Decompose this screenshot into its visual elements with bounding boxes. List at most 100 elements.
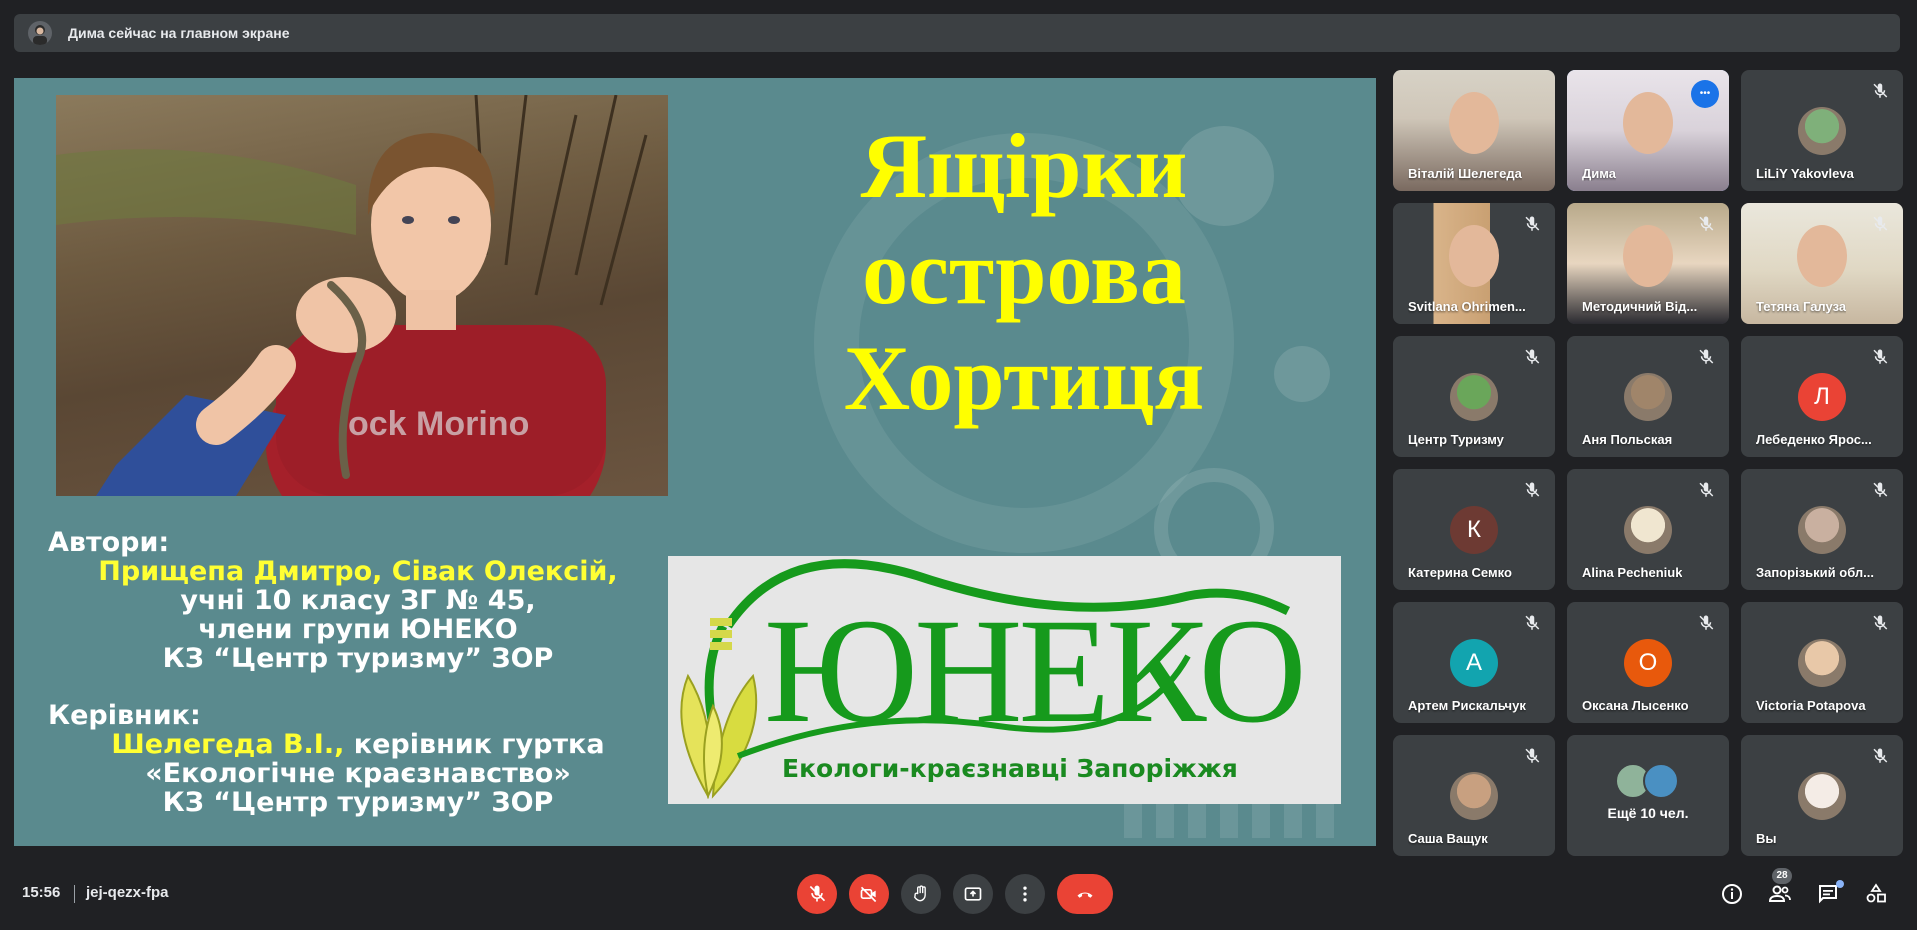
muted-mic-icon bbox=[1697, 614, 1715, 632]
muted-mic-icon bbox=[1523, 215, 1541, 233]
participant-tile[interactable]: Вы bbox=[1741, 735, 1903, 856]
participant-tile[interactable]: Тетяна Галуза bbox=[1741, 203, 1903, 324]
participant-name: Тетяна Галуза bbox=[1756, 299, 1847, 314]
camera-off-icon bbox=[860, 886, 877, 903]
participant-name: Аня Польская bbox=[1582, 432, 1673, 447]
presenting-banner: Дима сейчас на главном экране bbox=[14, 14, 1900, 52]
participant-name: Катерина Семко bbox=[1408, 565, 1512, 580]
participant-name: Саша Ващук bbox=[1408, 831, 1488, 846]
slide-credits: Автори: Прищепа Дмитро, Сівак Олексій, у… bbox=[48, 528, 668, 817]
muted-mic-icon bbox=[1523, 747, 1541, 765]
presenter-avatar bbox=[28, 21, 52, 45]
participant-tile[interactable]: Л Лебеденко Ярос... bbox=[1741, 336, 1903, 457]
present-now-button[interactable] bbox=[953, 874, 993, 914]
participant-avatar-letter: А bbox=[1450, 638, 1498, 687]
activities-icon[interactable] bbox=[1864, 882, 1888, 906]
participant-face bbox=[1797, 225, 1847, 287]
banner-text: Дима сейчас на главном экране bbox=[68, 25, 290, 41]
participant-face bbox=[1623, 92, 1673, 154]
participant-tile[interactable]: К Катерина Семко bbox=[1393, 469, 1555, 590]
muted-mic-icon bbox=[1871, 614, 1889, 632]
participant-name: Артем Рискальчук bbox=[1408, 698, 1526, 713]
participant-tile[interactable]: Віталій Шелегеда bbox=[1393, 70, 1555, 191]
participant-name: Дима bbox=[1582, 166, 1616, 181]
participant-avatar bbox=[1798, 505, 1846, 554]
muted-mic-icon bbox=[1871, 348, 1889, 366]
muted-mic-icon bbox=[1871, 481, 1889, 499]
participant-avatar-letter: Л bbox=[1798, 372, 1846, 421]
participant-name: Запорізький обл... bbox=[1756, 565, 1875, 580]
raise-hand-icon bbox=[914, 885, 926, 902]
participant-name: LiLiY Yakovleva bbox=[1756, 166, 1854, 181]
divider bbox=[74, 885, 75, 903]
leader-org: КЗ “Центр туризму” ЗОР bbox=[162, 787, 554, 818]
participant-face bbox=[1623, 225, 1673, 287]
muted-mic-icon bbox=[1523, 348, 1541, 366]
end-call-icon bbox=[1077, 892, 1093, 898]
participant-tile[interactable]: Запорізький обл... bbox=[1741, 469, 1903, 590]
participant-name: Оксана Лысенко bbox=[1582, 698, 1689, 713]
shared-screen: ock Morino Ящірки острова Хортиця Автори… bbox=[14, 78, 1376, 846]
participant-avatar bbox=[1798, 106, 1846, 155]
participant-tile[interactable]: Alina Pecheniuk bbox=[1567, 469, 1729, 590]
muted-mic-icon bbox=[1697, 481, 1715, 499]
muted-mic-icon bbox=[1523, 614, 1541, 632]
more-options-button[interactable] bbox=[1005, 874, 1045, 914]
decorative-circle bbox=[1274, 346, 1330, 402]
participant-tile[interactable]: А Артем Рискальчук bbox=[1393, 602, 1555, 723]
participant-avatar bbox=[1624, 372, 1672, 421]
participant-tile[interactable]: Дима ••• bbox=[1567, 70, 1729, 191]
tile-options-icon[interactable]: ••• bbox=[1691, 80, 1719, 108]
uneko-logo: ЮНЕКО Екологи-краєзнавці Запоріжжя bbox=[668, 556, 1341, 804]
leave-call-button[interactable] bbox=[1057, 874, 1113, 914]
leader-club: «Екологічне краєзнавство» bbox=[145, 758, 571, 789]
participant-name: Alina Pecheniuk bbox=[1582, 565, 1683, 580]
mic-off-icon bbox=[809, 885, 826, 902]
participant-avatar-letter: О bbox=[1624, 638, 1672, 687]
slide-title: Ящірки острова Хортиця bbox=[774, 113, 1274, 431]
participant-name: Вы bbox=[1756, 831, 1777, 846]
participant-avatar-letter: К bbox=[1450, 505, 1498, 554]
more-participants-avatars bbox=[1613, 763, 1683, 803]
shirt-print: ock Morino bbox=[348, 405, 529, 443]
participant-face bbox=[1449, 225, 1499, 287]
bottom-toolbar: 15:56 jej-qezx-fpa 28 bbox=[0, 866, 1917, 930]
logo-subtitle: Екологи-краєзнавці Запоріжжя bbox=[782, 754, 1238, 783]
participant-tile[interactable]: Методичний Від... bbox=[1567, 203, 1729, 324]
people-icon[interactable] bbox=[1768, 882, 1792, 906]
participant-tile[interactable]: Victoria Potapova bbox=[1741, 602, 1903, 723]
chat-notification-dot bbox=[1836, 880, 1844, 888]
slide-title-line: Ящірки bbox=[860, 115, 1188, 217]
participant-tile[interactable]: Ещё 10 чел. bbox=[1567, 735, 1729, 856]
authors-class: учні 10 класу ЗГ № 45, bbox=[180, 585, 536, 616]
raise-hand-button[interactable] bbox=[901, 874, 941, 914]
muted-mic-icon bbox=[1871, 215, 1889, 233]
authors-group: члени групи ЮНЕКО bbox=[198, 614, 518, 645]
logo-text: ЮНЕКО bbox=[764, 588, 1307, 754]
participant-tile[interactable]: Svitlana Ohrimen... bbox=[1393, 203, 1555, 324]
participant-name: Віталій Шелегеда bbox=[1408, 166, 1522, 181]
muted-mic-icon bbox=[1697, 215, 1715, 233]
authors-label: Автори: bbox=[48, 527, 170, 558]
participant-face bbox=[1449, 92, 1499, 154]
participant-name: Методичний Від... bbox=[1582, 299, 1698, 314]
muted-mic-icon bbox=[1697, 348, 1715, 366]
info-icon[interactable] bbox=[1720, 882, 1744, 906]
slide-title-line: Хортиця bbox=[843, 327, 1205, 429]
muted-mic-icon bbox=[1871, 747, 1889, 765]
slide-title-line: острова bbox=[862, 221, 1186, 323]
participant-avatar bbox=[1798, 771, 1846, 820]
participant-avatar bbox=[1450, 372, 1498, 421]
participant-tile[interactable]: Саша Ващук bbox=[1393, 735, 1555, 856]
leader-name: Шелегеда В.І., bbox=[111, 729, 345, 760]
camera-toggle-button[interactable] bbox=[849, 874, 889, 914]
mic-toggle-button[interactable] bbox=[797, 874, 837, 914]
participant-tile[interactable]: LiLiY Yakovleva bbox=[1741, 70, 1903, 191]
participant-tile[interactable]: О Оксана Лысенко bbox=[1567, 602, 1729, 723]
participant-tile[interactable]: Аня Польская bbox=[1567, 336, 1729, 457]
participant-avatar bbox=[1450, 771, 1498, 820]
leader-label: Керівник: bbox=[48, 700, 201, 731]
meeting-code: jej-qezx-fpa bbox=[86, 884, 169, 901]
meeting-time: 15:56 bbox=[22, 884, 61, 901]
participant-tile[interactable]: Центр Туризму bbox=[1393, 336, 1555, 457]
